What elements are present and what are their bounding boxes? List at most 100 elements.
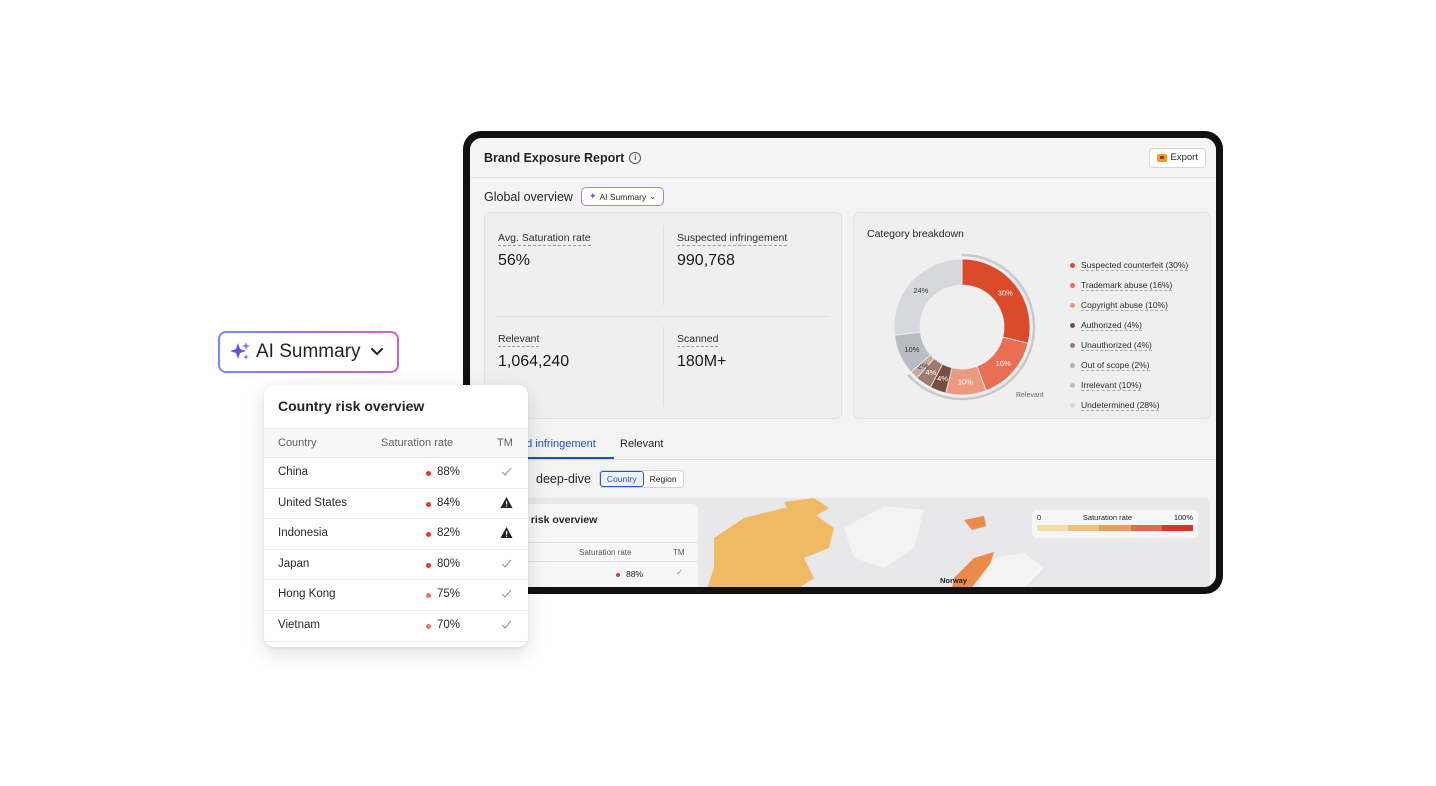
country-risk-card: Country risk overview Country Saturation… bbox=[264, 385, 528, 647]
stat-relevant: Relevant 1,064,240 bbox=[498, 329, 569, 371]
rate-dot bbox=[426, 624, 431, 629]
rate-dot bbox=[426, 562, 431, 568]
stat-scanned: Scanned 180M+ bbox=[677, 329, 726, 371]
scale-bar bbox=[1037, 525, 1194, 531]
table-row[interactable]: United States 84% bbox=[264, 489, 528, 520]
legend-dot bbox=[1070, 302, 1075, 308]
check-icon: ✓ bbox=[676, 567, 684, 577]
map-region-canada bbox=[707, 508, 834, 587]
stat-label[interactable]: Suspected infringement bbox=[677, 232, 788, 246]
stats-card: Avg. Saturation rate 56% Suspected infri… bbox=[484, 212, 842, 419]
active-tab-indicator bbox=[514, 457, 614, 459]
legend-dot bbox=[1070, 262, 1075, 268]
stat-suspected-infringement: Suspected infringement 990,768 bbox=[677, 228, 788, 270]
legend-item[interactable]: Authorized (4%) bbox=[1070, 315, 1188, 335]
legend-label: Irrelevant (10%) bbox=[1081, 379, 1142, 391]
mini-col-tm: TM bbox=[673, 548, 685, 557]
country-region-toggle: Country Region bbox=[598, 470, 684, 488]
legend-dot bbox=[1070, 322, 1075, 328]
stat-label[interactable]: Scanned bbox=[677, 333, 719, 347]
risk-card-title: Country risk overview bbox=[278, 398, 425, 414]
stat-value: 180M+ bbox=[677, 353, 727, 370]
scale-max-label: 100% bbox=[1173, 513, 1193, 522]
map-region-greenland bbox=[844, 506, 924, 568]
donut-slice bbox=[893, 258, 963, 336]
stage: Brand Exposure Report i Export Global ov… bbox=[0, 0, 1436, 786]
check-icon bbox=[501, 559, 512, 568]
stat-avg-saturation: Avg. Saturation rate 56% bbox=[498, 228, 591, 270]
chevron-down-icon: ⌄ bbox=[649, 192, 656, 201]
saturation-value: 88% bbox=[437, 466, 461, 478]
saturation-value: 75% bbox=[437, 588, 461, 601]
legend-label: Undetermined (28%) bbox=[1081, 399, 1160, 411]
stat-label[interactable]: Avg. Saturation rate bbox=[498, 232, 591, 246]
donut-chart: 30%16%10%4%4%2%10%24%Relevant bbox=[893, 253, 1044, 401]
deep-dive-title: deep-dive bbox=[536, 472, 591, 486]
warning-icon bbox=[500, 496, 513, 508]
export-icon bbox=[1156, 153, 1167, 162]
divider bbox=[663, 327, 664, 407]
segment-country[interactable]: Country bbox=[599, 471, 644, 487]
table-row[interactable]: Hong Kong 75% bbox=[264, 580, 528, 611]
legend-item[interactable]: Trademark abuse (16%) bbox=[1070, 275, 1188, 295]
table-row[interactable]: China 88% bbox=[264, 458, 528, 489]
col-tm: TM bbox=[497, 437, 513, 449]
global-overview-title: Global overview bbox=[484, 189, 573, 204]
risk-table-header: Country Saturation rate TM bbox=[264, 428, 528, 458]
legend-label: Authorized (4%) bbox=[1081, 319, 1142, 331]
check-icon bbox=[501, 590, 512, 599]
legend-item[interactable]: Undetermined (28%) bbox=[1070, 395, 1188, 415]
export-button[interactable]: Export bbox=[1148, 147, 1206, 168]
rate-dot bbox=[426, 593, 431, 599]
slice-label: 24% bbox=[913, 286, 928, 295]
saturation-value: 70% bbox=[437, 619, 461, 631]
sparkle-icon bbox=[230, 342, 250, 360]
map-panel: 0 Saturation rate 100% Norway y risk ove… bbox=[484, 498, 1210, 587]
legend-item[interactable]: Copyright abuse (10%) bbox=[1070, 295, 1188, 315]
table-row[interactable]: Vietnam 70% bbox=[264, 611, 528, 642]
table-row[interactable]: Indonesia 82% bbox=[264, 519, 528, 550]
mini-table-title: y risk overview bbox=[522, 514, 598, 526]
legend-item[interactable]: Unauthorized (4%) bbox=[1070, 335, 1188, 355]
col-country: Country bbox=[278, 437, 317, 449]
scale-step bbox=[1099, 525, 1131, 531]
saturation-value: 84% bbox=[437, 496, 461, 509]
report-title: Brand Exposure Report bbox=[484, 150, 625, 165]
col-saturation-rate: Saturation rate bbox=[381, 437, 454, 449]
stat-label[interactable]: Relevant bbox=[498, 333, 540, 347]
legend-item[interactable]: Out of scope (2%) bbox=[1070, 355, 1188, 375]
tab-suspected-infringement[interactable]: ed infringement bbox=[520, 438, 596, 450]
tablet-frame: Brand Exposure Report i Export Global ov… bbox=[463, 131, 1223, 594]
legend-label: Trademark abuse (16%) bbox=[1081, 279, 1173, 291]
country-name: Indonesia bbox=[278, 527, 328, 540]
tab-bar: ed infringement Relevant bbox=[470, 432, 1216, 460]
legend-label: Copyright abuse (10%) bbox=[1081, 299, 1168, 311]
stat-value: 1,064,240 bbox=[498, 353, 570, 370]
legend-dot bbox=[1070, 362, 1075, 368]
country-name: China bbox=[278, 466, 309, 478]
mini-col-saturation: Saturation rate bbox=[579, 548, 632, 557]
warning-icon bbox=[500, 527, 513, 539]
saturation-scale: 0 Saturation rate 100% bbox=[1032, 510, 1198, 538]
donut-slice bbox=[961, 258, 1031, 344]
legend-label: Out of scope (2%) bbox=[1081, 359, 1150, 371]
ai-summary-label-small: AI Summary bbox=[599, 191, 647, 202]
tab-relevant[interactable]: Relevant bbox=[620, 438, 663, 450]
scale-min-label: 0 bbox=[1037, 513, 1042, 522]
mini-rate: 88% bbox=[626, 569, 644, 579]
ai-summary-button[interactable]: AI Summary bbox=[218, 331, 399, 373]
slice-label: 10% bbox=[904, 345, 919, 354]
category-breakdown-card: Category breakdown 30% 16% 10% 4% 4% 2% 10% 24%… bbox=[853, 212, 1211, 419]
table-row[interactable]: Japan 80% bbox=[264, 550, 528, 581]
info-icon[interactable]: i bbox=[629, 151, 642, 164]
segment-region[interactable]: Region bbox=[644, 471, 683, 487]
rate-dot bbox=[426, 501, 431, 507]
divider bbox=[663, 225, 664, 305]
rate-dot bbox=[616, 573, 620, 577]
ai-summary-button-small[interactable]: ✦ AI Summary ⌄ bbox=[580, 187, 664, 206]
saturation-value: 82% bbox=[437, 527, 461, 540]
chevron-down-icon bbox=[370, 348, 383, 356]
legend-item[interactable]: Irrelevant (10%) bbox=[1070, 375, 1188, 395]
legend-item[interactable]: Suspected counterfeit (30%) bbox=[1070, 255, 1189, 275]
country-name: Japan bbox=[278, 557, 310, 570]
